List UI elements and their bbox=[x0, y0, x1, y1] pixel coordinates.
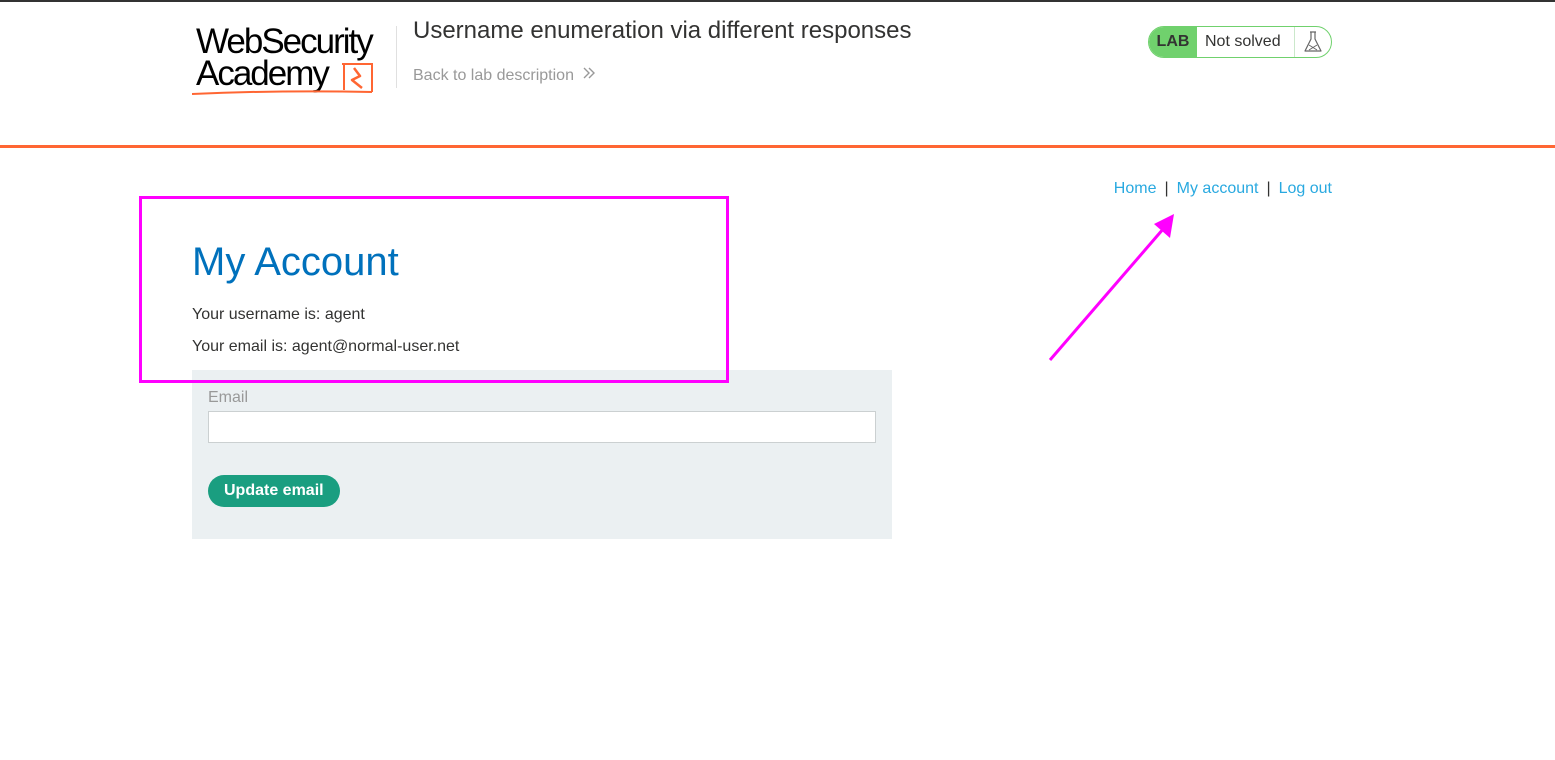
web-security-academy-logo[interactable]: WebSecurity Academy bbox=[192, 24, 396, 98]
username-text: Your username is: agent bbox=[192, 306, 365, 323]
header-divider bbox=[396, 26, 397, 88]
email-input[interactable] bbox=[208, 411, 876, 443]
nav-log-out-link[interactable]: Log out bbox=[1279, 180, 1332, 197]
lightning-bolt-icon bbox=[192, 63, 373, 95]
page: WebSecurity Academy Username enumeration… bbox=[0, 0, 1555, 760]
double-chevron-right-icon bbox=[582, 66, 596, 85]
nav-my-account-link[interactable]: My account bbox=[1177, 180, 1259, 197]
annotation-arrow bbox=[1048, 214, 1174, 361]
lab-status-widget: LAB Not solved bbox=[1148, 26, 1332, 58]
lab-status-text: Not solved bbox=[1197, 27, 1295, 57]
back-link-label: Back to lab description bbox=[413, 66, 574, 84]
lab-title: Username enumeration via different respo… bbox=[413, 17, 912, 44]
flask-icon bbox=[1295, 27, 1331, 57]
lab-badge: LAB bbox=[1149, 27, 1197, 57]
email-field-label: Email bbox=[208, 389, 249, 406]
account-nav: Home | My account | Log out bbox=[1114, 180, 1332, 198]
nav-separator: | bbox=[1266, 180, 1271, 197]
change-email-form: Email Update email bbox=[192, 370, 892, 539]
email-text: Your email is: agent@normal-user.net bbox=[192, 338, 460, 355]
page-title: My Account bbox=[192, 240, 399, 284]
back-to-lab-description-link[interactable]: Back to lab description bbox=[413, 66, 596, 85]
update-email-button[interactable]: Update email bbox=[208, 475, 340, 507]
nav-home-link[interactable]: Home bbox=[1114, 180, 1157, 197]
site-header: WebSecurity Academy Username enumeration… bbox=[0, 2, 1555, 148]
nav-separator: | bbox=[1164, 180, 1169, 197]
